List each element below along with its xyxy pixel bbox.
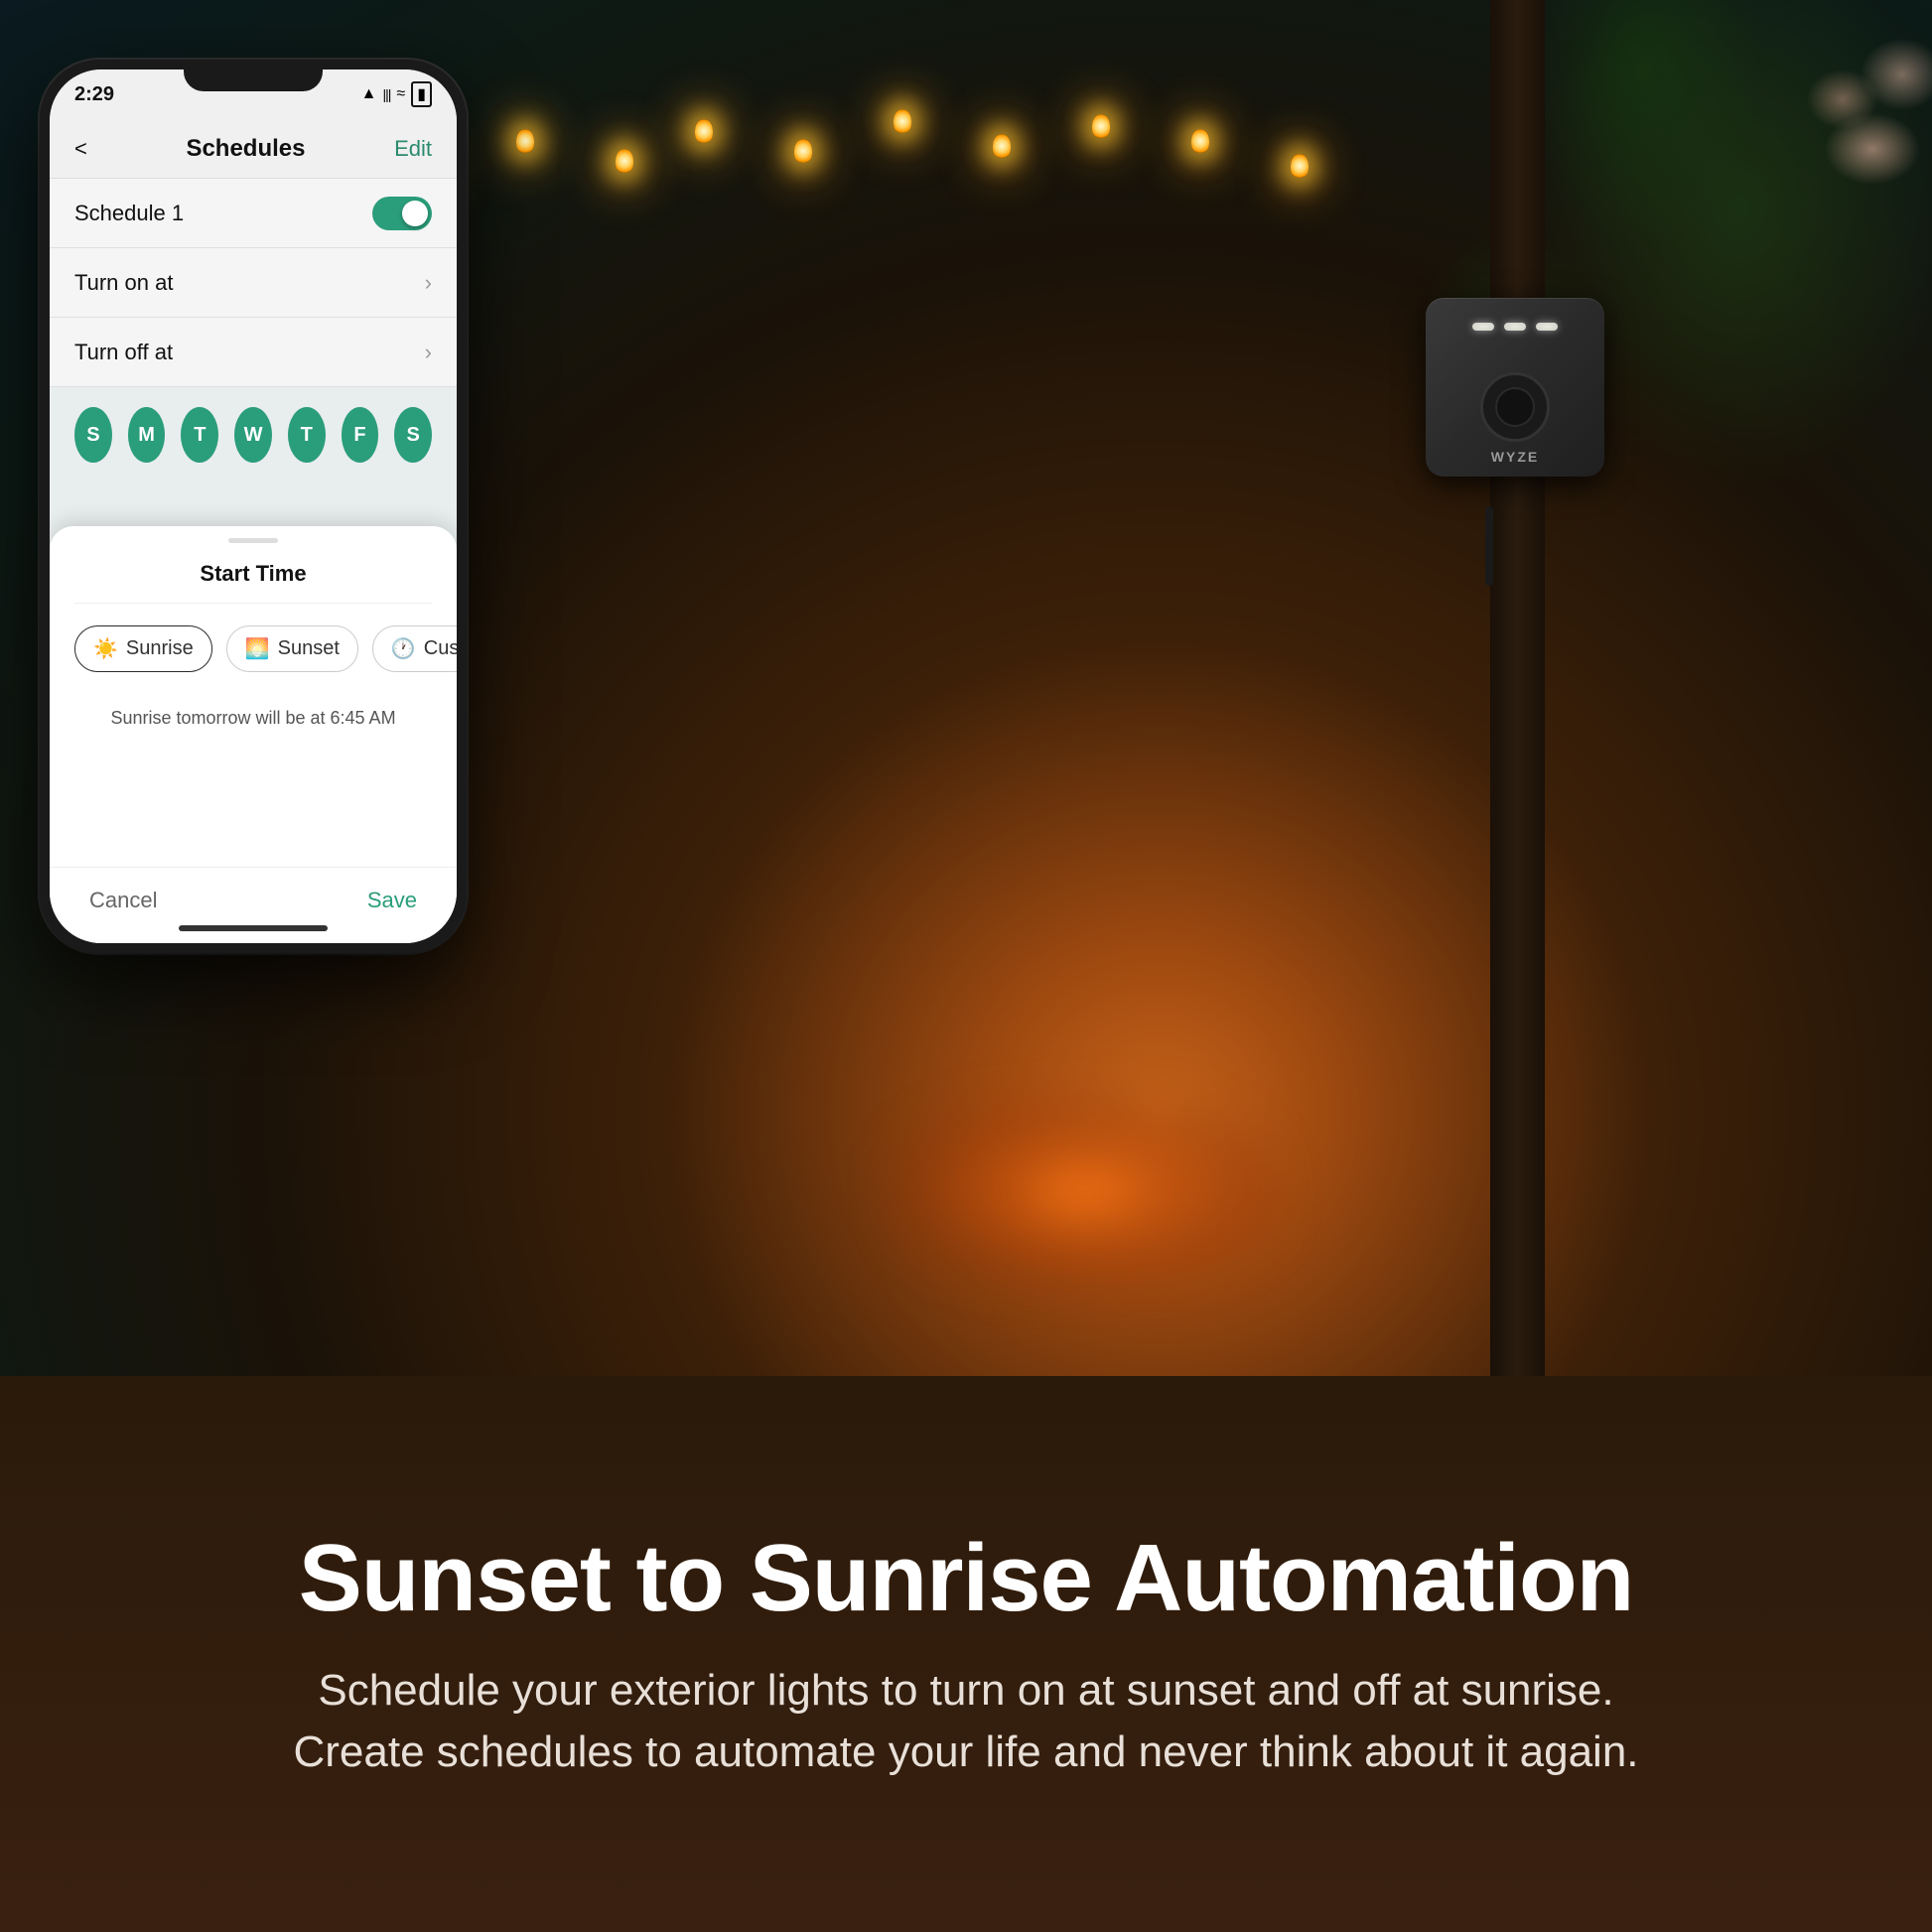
light-bulb [993, 134, 1011, 158]
save-button[interactable]: Save [367, 888, 417, 913]
sub-text: Schedule your exterior lights to turn on… [293, 1660, 1638, 1782]
sunset-icon: 🌅 [245, 636, 270, 661]
light-bulb [794, 139, 812, 163]
scene: WYZE 2:29 ▲ ||| ≈ ▮ [0, 0, 1932, 1932]
wyze-cable [1485, 506, 1493, 586]
light-bulb [616, 149, 633, 173]
custom-label: Custom [424, 637, 457, 660]
day-tuesday[interactable]: T [181, 407, 218, 463]
nav-bar: < Schedules Edit [50, 119, 457, 179]
turn-off-label: Turn off at [74, 340, 425, 365]
custom-option[interactable]: 🕐 Custom [372, 625, 457, 672]
schedule-1-row: Schedule 1 [50, 179, 457, 248]
light-bulb [516, 129, 534, 153]
home-bar [179, 925, 328, 931]
bottom-section: Sunset to Sunrise Automation Schedule yo… [0, 1376, 1932, 1932]
turn-on-chevron: › [425, 270, 432, 296]
turn-off-row[interactable]: Turn off at › [50, 318, 457, 387]
turn-off-chevron: › [425, 340, 432, 365]
light-bulb [894, 109, 911, 133]
wyze-outdoor-plug: WYZE [1426, 298, 1624, 526]
turn-on-row[interactable]: Turn on at › [50, 248, 457, 318]
wyze-led-1 [1472, 323, 1494, 331]
wyze-status-lights [1472, 323, 1558, 331]
sheet-title: Start Time [74, 543, 432, 604]
cancel-button[interactable]: Cancel [89, 888, 157, 913]
day-monday[interactable]: M [128, 407, 166, 463]
day-thursday[interactable]: T [288, 407, 326, 463]
light-bulb [1191, 129, 1209, 153]
days-row: S M T W T F S [50, 387, 457, 483]
battery-icon: ▮ [411, 81, 432, 107]
toggle-knob [402, 201, 428, 226]
light-bulb [1092, 114, 1110, 138]
sunrise-option[interactable]: ☀️ Sunrise [74, 625, 212, 672]
phone-body: 2:29 ▲ ||| ≈ ▮ < Schedules Edit [40, 60, 467, 953]
sunrise-label: Sunrise [126, 637, 194, 660]
signal-icon: ||| [382, 86, 390, 102]
start-time-sheet: Start Time ☀️ Sunrise 🌅 Sunset [50, 526, 457, 943]
light-bulb [695, 119, 713, 143]
schedule-toggle[interactable] [372, 197, 432, 230]
phone-notch [184, 60, 323, 91]
wyze-led-3 [1536, 323, 1558, 331]
back-button[interactable]: < [74, 136, 87, 162]
sunset-option[interactable]: 🌅 Sunset [226, 625, 358, 672]
phone-wrapper: 2:29 ▲ ||| ≈ ▮ < Schedules Edit [40, 60, 467, 953]
day-saturday[interactable]: S [394, 407, 432, 463]
day-friday[interactable]: F [342, 407, 379, 463]
turn-on-label: Turn on at [74, 270, 425, 296]
sub-text-line1: Schedule your exterior lights to turn on… [318, 1666, 1613, 1715]
wyze-led-2 [1504, 323, 1526, 331]
wyze-box: WYZE [1426, 298, 1604, 477]
status-icons: ▲ ||| ≈ ▮ [361, 81, 432, 107]
edit-button[interactable]: Edit [394, 136, 432, 162]
day-sunday[interactable]: S [74, 407, 112, 463]
sheet-actions: Cancel Save [50, 867, 457, 913]
wifi-icon: ≈ [396, 85, 405, 103]
day-wednesday[interactable]: W [234, 407, 272, 463]
sunrise-icon: ☀️ [93, 636, 118, 661]
firepit-glow [887, 1092, 1284, 1291]
phone-screen: 2:29 ▲ ||| ≈ ▮ < Schedules Edit [50, 69, 457, 943]
wyze-outlet-socket [1495, 387, 1535, 427]
main-headline: Sunset to Sunrise Automation [299, 1526, 1634, 1631]
schedule-area: Schedule 1 Turn on at › Turn off at › [50, 179, 457, 943]
location-icon: ▲ [361, 85, 377, 103]
nav-title: Schedules [97, 135, 394, 163]
sub-text-line2: Create schedules to automate your life a… [293, 1727, 1638, 1776]
wyze-outlet [1480, 372, 1550, 442]
pole [1490, 0, 1545, 1390]
time-options: ☀️ Sunrise 🌅 Sunset 🕐 Custom [74, 604, 432, 688]
clock-icon: 🕐 [391, 636, 416, 661]
schedule-name: Schedule 1 [74, 201, 372, 226]
wyze-brand-label: WYZE [1491, 449, 1539, 465]
status-time: 2:29 [74, 83, 114, 106]
sunset-label: Sunset [278, 637, 340, 660]
sunrise-info: Sunrise tomorrow will be at 6:45 AM [74, 688, 432, 749]
light-bulb [1291, 154, 1309, 178]
